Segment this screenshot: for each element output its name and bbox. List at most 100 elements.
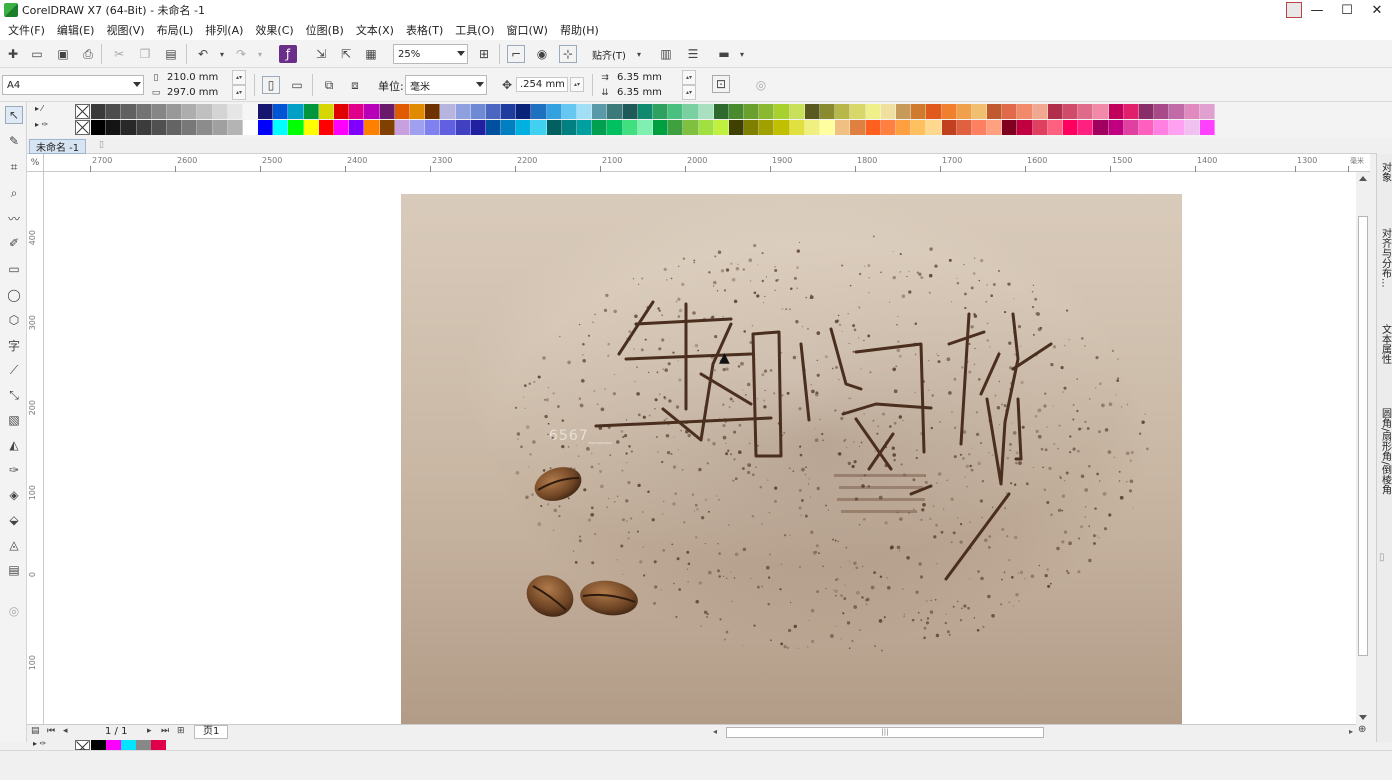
vertical-scroll-thumb[interactable] — [1358, 216, 1368, 656]
color-swatch[interactable] — [106, 104, 122, 119]
color-swatch[interactable] — [1123, 120, 1139, 135]
search-content-icon[interactable]: ƒ — [279, 45, 297, 63]
color-swatch[interactable] — [516, 120, 532, 135]
page-tab[interactable]: 页1 — [194, 725, 229, 739]
color-swatch[interactable] — [485, 104, 502, 119]
show-grid-icon[interactable]: ◉ — [533, 45, 551, 63]
color-swatch[interactable] — [318, 104, 334, 119]
color-swatch[interactable] — [273, 104, 289, 119]
color-swatch[interactable] — [1184, 120, 1200, 135]
smart-fill-icon[interactable]: ⬙ — [5, 511, 23, 529]
color-swatch[interactable] — [227, 120, 243, 135]
color-swatch[interactable] — [1169, 104, 1185, 119]
color-swatch[interactable] — [1002, 120, 1018, 135]
zoom-level-combo[interactable]: 25% — [393, 44, 468, 64]
color-swatch[interactable] — [182, 104, 198, 119]
color-swatch[interactable] — [1047, 120, 1063, 135]
menu-window[interactable]: 窗口(W) — [503, 22, 556, 38]
color-swatch[interactable] — [713, 120, 729, 135]
color-swatch[interactable] — [1017, 120, 1033, 135]
options-icon[interactable]: ▥ — [657, 45, 675, 63]
duplicate-x-spinner[interactable]: ▴▾ — [682, 70, 696, 85]
color-swatch[interactable] — [987, 120, 1003, 135]
color-swatch[interactable] — [440, 104, 456, 119]
color-swatch[interactable] — [577, 120, 593, 135]
color-swatch[interactable] — [835, 104, 851, 119]
color-swatch[interactable] — [713, 104, 729, 119]
shape-tool-icon[interactable]: ✎ — [5, 132, 23, 150]
color-swatch[interactable] — [151, 120, 167, 135]
color-swatch[interactable] — [1199, 120, 1215, 135]
pick-tool-icon[interactable]: ↖ — [5, 106, 23, 124]
undo-dropdown-icon[interactable]: ▾ — [213, 45, 231, 63]
color-swatch[interactable] — [516, 104, 532, 119]
user-account-icon[interactable] — [1286, 2, 1302, 18]
docker-tab-text-properties[interactable]: 文本属性 — [1378, 320, 1392, 396]
color-swatch[interactable] — [349, 120, 365, 135]
color-swatch[interactable] — [303, 120, 319, 135]
color-swatch[interactable] — [470, 120, 486, 135]
docker-tab-fillet-scallop-chamfer[interactable]: 圆角/扇形角/倒棱角 — [1378, 404, 1392, 524]
zoom-tool-icon[interactable]: ⌕ — [5, 184, 23, 202]
color-swatch[interactable] — [166, 120, 183, 135]
color-swatch[interactable] — [485, 120, 502, 135]
color-swatch[interactable] — [759, 120, 775, 135]
color-swatch[interactable] — [470, 104, 486, 119]
color-swatch[interactable] — [728, 104, 745, 119]
color-swatch[interactable] — [1017, 104, 1033, 119]
color-swatch[interactable] — [911, 104, 927, 119]
color-swatch[interactable] — [956, 120, 972, 135]
color-swatch[interactable] — [151, 104, 167, 119]
color-swatch[interactable] — [212, 104, 228, 119]
color-swatch[interactable] — [1123, 104, 1139, 119]
color-swatch[interactable] — [242, 104, 259, 119]
color-swatch[interactable] — [561, 120, 577, 135]
color-swatch[interactable] — [1169, 120, 1185, 135]
ruler-origin[interactable]: % — [27, 154, 44, 172]
color-swatch[interactable] — [182, 120, 198, 135]
color-swatch[interactable] — [379, 104, 395, 119]
color-swatch[interactable] — [911, 120, 927, 135]
welcome-screen-icon[interactable]: ▬ — [715, 45, 733, 63]
redo-dropdown-icon[interactable]: ▾ — [251, 45, 269, 63]
maximize-button[interactable]: ☐ — [1332, 0, 1362, 20]
horizontal-ruler[interactable]: 2700 2600 2500 2400 2300 2200 2100 2000 … — [44, 154, 1370, 172]
color-swatch[interactable] — [136, 120, 152, 135]
color-swatch[interactable] — [501, 120, 517, 135]
artwork-image[interactable]: 6567___ — [401, 194, 1182, 724]
color-swatch[interactable] — [728, 120, 745, 135]
scroll-down-icon[interactable] — [1359, 715, 1367, 720]
color-swatch[interactable] — [258, 120, 274, 135]
document-palette-icon[interactable]: ▸ ✑ — [33, 739, 46, 748]
color-swatch[interactable] — [774, 120, 790, 135]
docker-tab-objects[interactable]: 对象 — [1378, 158, 1392, 218]
color-swatch[interactable] — [440, 120, 456, 135]
application-launcher-icon[interactable]: ☰ — [684, 45, 702, 63]
color-swatch[interactable] — [804, 104, 820, 119]
palette-eyedropper-icon[interactable]: ▸ ✑ — [35, 120, 48, 129]
color-swatch[interactable] — [303, 104, 319, 119]
color-eyedropper-icon[interactable]: ✑ — [5, 461, 23, 479]
navigator-zoom-icon[interactable]: ⊕ — [1358, 724, 1372, 739]
color-swatch[interactable] — [394, 120, 410, 135]
color-swatch[interactable] — [607, 104, 623, 119]
color-swatch[interactable] — [683, 104, 699, 119]
duplicate-y-spinner[interactable]: ▴▾ — [682, 85, 696, 100]
color-swatch[interactable] — [698, 104, 714, 119]
color-swatch[interactable] — [561, 104, 577, 119]
color-swatch[interactable] — [166, 104, 183, 119]
current-page-icon[interactable]: ⧈ — [346, 76, 364, 94]
color-swatch[interactable] — [425, 104, 441, 119]
color-swatch[interactable] — [197, 104, 213, 119]
color-swatch[interactable] — [850, 120, 866, 135]
document-no-color-swatch[interactable] — [75, 740, 90, 750]
outline-pen-icon[interactable]: ◬ — [5, 536, 23, 554]
color-swatch[interactable] — [926, 104, 942, 119]
color-swatch[interactable] — [1138, 120, 1155, 135]
color-swatch[interactable] — [334, 120, 350, 135]
treat-as-filled-icon[interactable]: ⊡ — [712, 75, 730, 93]
parallel-dimension-icon[interactable]: ⟋ — [5, 361, 23, 379]
import-icon[interactable]: ⇲ — [312, 45, 330, 63]
unit-combo[interactable]: 毫米 — [405, 75, 487, 95]
color-swatch[interactable] — [364, 104, 380, 119]
